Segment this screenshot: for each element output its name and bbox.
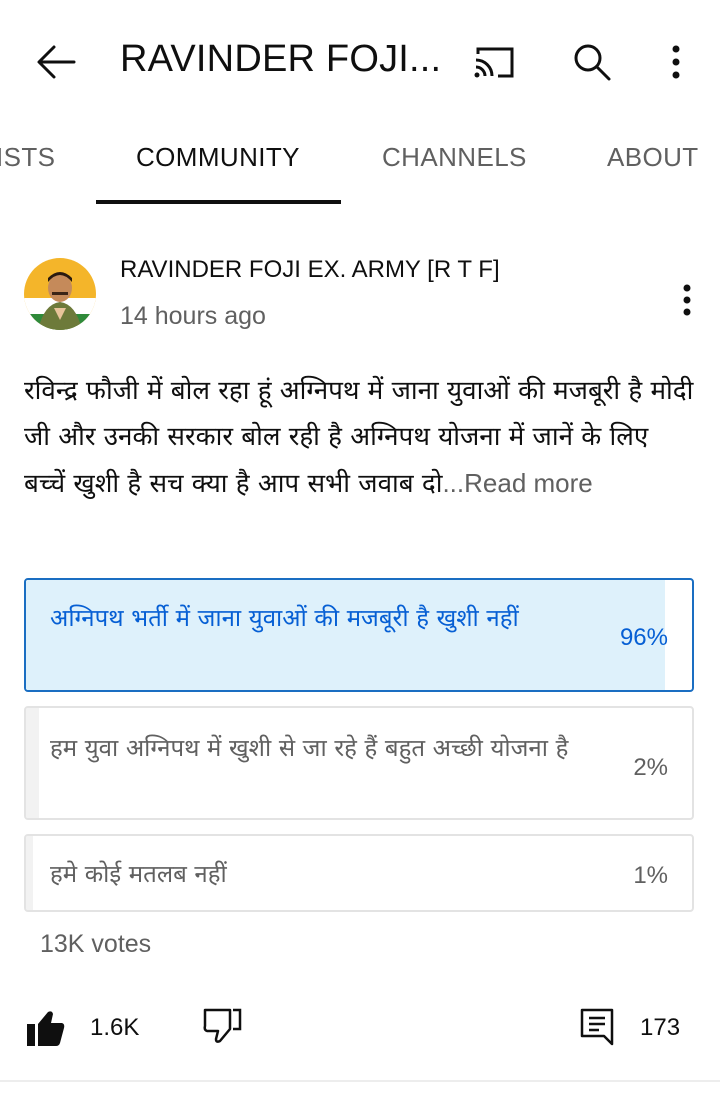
post-text: रविन्द्र फौजी में बोल रहा हूं अग्निपथ मे…	[24, 368, 694, 507]
back-button[interactable]	[30, 40, 82, 84]
search-button[interactable]	[566, 38, 618, 86]
post-menu-button[interactable]	[666, 272, 708, 328]
channel-tabs: ISTS COMMUNITY CHANNELS ABOUT	[0, 126, 720, 206]
thumb-up-filled-icon	[27, 1011, 65, 1046]
poll-option-text: हम युवा अग्निपथ में खुशी से जा रहे हैं ब…	[50, 734, 569, 762]
tab-about[interactable]: ABOUT	[607, 142, 699, 173]
channel-title: RAVINDER FOJI...	[120, 38, 442, 80]
poll-option-text: अग्निपथ भर्ती में जाना युवाओं की मजबूरी …	[50, 604, 519, 632]
post-body: रविन्द्र फौजी में बोल रहा हूं अग्निपथ मे…	[24, 376, 694, 499]
comment-count: 173	[640, 1014, 681, 1041]
post-header: RAVINDER FOJI EX. ARMY [R T F] 14 hours …	[0, 250, 720, 340]
more-vert-icon	[683, 284, 691, 316]
avatar-image	[24, 258, 96, 330]
poll-option[interactable]: हमे कोई मतलब नहीं 1%	[24, 834, 694, 912]
search-icon	[574, 44, 611, 81]
avatar[interactable]	[24, 258, 96, 330]
read-more-link[interactable]: ...Read more	[442, 468, 592, 498]
poll-option-percent: 1%	[633, 862, 668, 889]
cast-icon	[474, 47, 514, 78]
more-vert-icon	[672, 45, 680, 79]
like-count: 1.6K	[90, 1014, 140, 1041]
comment-button[interactable]	[574, 1002, 622, 1050]
more-options-button[interactable]	[652, 38, 700, 86]
cast-button[interactable]	[466, 40, 522, 84]
tab-channels[interactable]: CHANNELS	[382, 142, 527, 173]
active-tab-indicator	[96, 200, 341, 204]
like-button[interactable]	[22, 1004, 70, 1052]
comment-icon	[580, 1008, 614, 1046]
poll-option-text: हमे कोई मतलब नहीं	[50, 860, 227, 888]
post-author[interactable]: RAVINDER FOJI EX. ARMY [R T F]	[120, 256, 500, 284]
poll-vote-count: 13K votes	[40, 930, 152, 958]
poll-option-percent: 96%	[619, 624, 668, 651]
tab-playlists[interactable]: ISTS	[0, 142, 55, 173]
back-arrow-icon	[37, 45, 76, 79]
poll-option-percent: 2%	[633, 754, 668, 781]
bottom-divider	[0, 1080, 720, 1082]
top-app-bar: RAVINDER FOJI...	[0, 0, 720, 124]
poll-option-fill	[26, 836, 33, 910]
tab-community[interactable]: COMMUNITY	[136, 142, 300, 173]
post-timestamp: 14 hours ago	[120, 302, 266, 330]
dislike-button[interactable]	[198, 1002, 246, 1050]
poll-option-fill	[26, 708, 40, 818]
poll-option[interactable]: हम युवा अग्निपथ में खुशी से जा रहे हैं ब…	[24, 706, 694, 820]
poll-option[interactable]: अग्निपथ भर्ती में जाना युवाओं की मजबूरी …	[24, 578, 694, 692]
thumb-down-icon	[203, 1008, 242, 1043]
post-actions: 1.6K 173	[0, 990, 720, 1070]
